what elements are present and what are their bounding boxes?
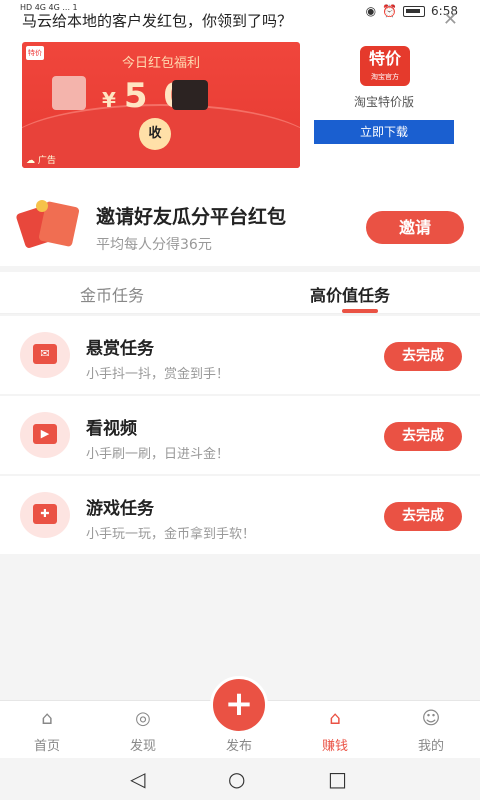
puzzle-slot-icon [172,80,208,110]
task-row-reward: ✉ 悬赏任务 小手抖一抖，赏金到手！ 去完成 [0,316,480,394]
task-row-game: ✚ 游戏任务 小手玩一玩，金币拿到手软！ 去完成 [0,476,480,554]
app-name: 淘宝特价版 [353,95,414,109]
task-title: 看视频 [86,419,137,439]
red-envelope-icon [15,198,80,254]
discover-icon: ◎ [135,708,151,729]
eye-icon: ◉ [365,4,377,18]
recents-icon[interactable]: □ [328,767,347,791]
home-icon: ⌂ [41,708,53,729]
gamepad-icon-glyph: ✚ [33,504,57,524]
home-circle-icon[interactable]: ○ [228,767,245,791]
app-logo[interactable]: 特价 淘宝官方 [360,46,410,86]
coin-shape [36,200,48,212]
invite-subtitle: 平均每人分得36元 [96,237,212,253]
active-tab-indicator [342,309,378,313]
nav-discover[interactable]: ◎ 发现 [108,707,178,754]
ad-block[interactable]: HD 4G 4G ... 1 ◉ ⏰ 6:58 马云给本地的客户发红包，你领到了… [0,0,480,184]
task-title: 悬赏任务 [86,339,154,359]
reward-icon-glyph: ✉ [33,344,57,364]
app-logo-text: 特价 [368,49,401,68]
app-logo-subtext: 淘宝官方 [371,73,399,81]
close-icon[interactable]: ✕ [443,9,458,30]
nav-label: 首页 [33,739,60,754]
system-nav-bar: ◁ ○ □ [0,758,480,800]
invite-card: 邀请好友瓜分平台红包 平均每人分得36元 邀请 [0,184,480,266]
back-icon[interactable]: ◁ [130,767,145,791]
reward-icon: ✉ [20,332,70,378]
nav-earn[interactable]: ⌂ 赚钱 [300,707,370,754]
video-icon: ▶ [20,412,70,458]
yen-symbol: ¥ [102,88,118,112]
gamepad-icon: ✚ [20,492,70,538]
nav-profile[interactable]: ☺ 我的 [396,707,466,754]
video-icon-glyph: ▶ [33,424,57,444]
nav-home[interactable]: ⌂ 首页 [12,707,82,754]
complete-button[interactable]: 去完成 [384,422,462,451]
invite-title: 邀请好友瓜分平台红包 [96,206,287,228]
nav-label: 发现 [129,739,156,754]
earn-icon: ⌂ [329,708,341,729]
complete-button[interactable]: 去完成 [384,502,462,531]
profile-icon: ☺ [421,708,441,729]
invite-button[interactable]: 邀请 [366,211,464,244]
nav-label: 发布 [225,739,252,754]
download-button[interactable]: 立即下载 [314,120,454,144]
puzzle-piece-icon [52,76,86,110]
publish-plus-button[interactable]: + [210,676,268,734]
task-title: 游戏任务 [86,499,154,519]
ad-banner[interactable]: 特价 今日红包福利 ¥5 0 收 ☁ 广告 [22,42,300,168]
task-subtitle: 小手抖一抖，赏金到手！ [86,367,230,382]
ad-title[interactable]: 马云给本地的客户发红包，你领到了吗？ [22,10,292,31]
task-row-video: ▶ 看视频 小手刷一刷，日进斗金！ 去完成 [0,396,480,474]
alarm-icon: ⏰ [382,4,398,18]
ad-label: ☁ 广告 [26,156,56,166]
complete-button[interactable]: 去完成 [384,342,462,371]
task-subtitle: 小手刷一刷，日进斗金！ [86,447,230,462]
task-tabs: 金币任务 高价值任务 [0,272,480,314]
nav-label: 赚钱 [321,739,348,754]
task-subtitle: 小手玩一玩，金币拿到手软！ [86,527,256,542]
collect-button[interactable]: 收 [139,118,171,150]
nav-label: 我的 [417,739,444,754]
battery-icon [403,5,426,17]
tab-coin-tasks[interactable]: 金币任务 [80,282,144,306]
tab-high-value-tasks[interactable]: 高价值任务 [310,282,390,306]
banner-subtitle: 今日红包福利 [121,56,200,71]
ad-tag-text: 广告 [37,156,56,166]
